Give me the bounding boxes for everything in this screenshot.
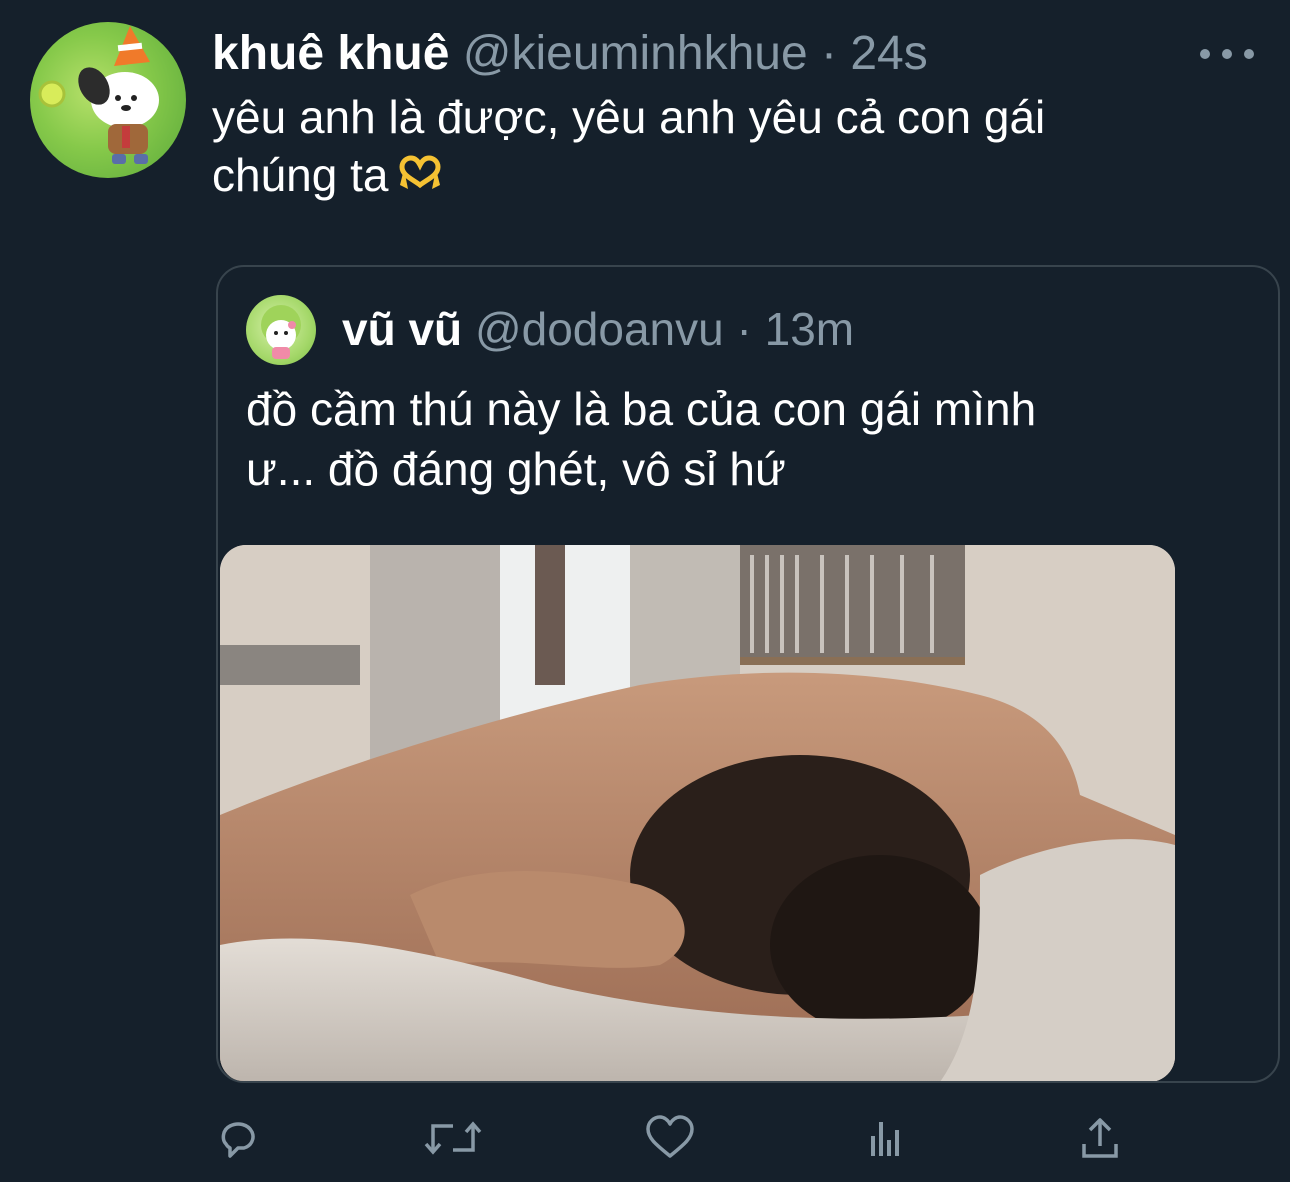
retweet-icon[interactable] [423,1108,483,1168]
reply-icon[interactable] [208,1108,268,1168]
heart-hands-emoji-icon [396,150,444,208]
like-icon[interactable] [640,1108,700,1168]
quoted-handle[interactable]: @dodoanvu [475,303,724,355]
author-handle[interactable]: @kieuminhkhue [463,27,808,80]
quoted-separator-dot: · [736,303,752,355]
quoted-tweet-image[interactable] [220,545,1175,1081]
quoted-tweet-text: đồ cầm thú này là ba của con gái mình ư.… [246,379,1246,499]
tweet-text-line-1: yêu anh là được, yêu anh yêu cả con gái [212,91,1046,143]
tweet-text-line-2: chúng ta [212,146,1252,208]
author-display-name[interactable]: khuê khuê [212,27,449,80]
tweet-actions [0,1108,1290,1168]
share-icon[interactable] [1070,1108,1130,1168]
tweet-timestamp[interactable]: 24s [850,27,927,80]
author-line: khuê khuê @kieuminhkhue · 24s [212,24,928,84]
quoted-text-line-2: ư... đồ đáng ghét, vô sỉ hứ [246,443,786,495]
quoted-author-line: vũ vũ @dodoanvu · 13m [342,301,854,357]
quoted-author-avatar[interactable] [246,295,316,365]
quoted-text-line-1: đồ cầm thú này là ba của con gái mình [246,383,1037,435]
author-avatar[interactable] [30,22,186,178]
more-options-icon[interactable] [1200,34,1254,74]
quoted-tweet-card[interactable]: vũ vũ @dodoanvu · 13m đồ cầm thú này là … [216,265,1280,1083]
tweet-text: yêu anh là được, yêu anh yêu cả con gái … [212,88,1252,208]
analytics-icon[interactable] [855,1108,915,1168]
quoted-display-name[interactable]: vũ vũ [342,303,462,355]
quoted-timestamp[interactable]: 13m [765,303,854,355]
tweet-text-line-2-text: chúng ta [212,149,389,201]
separator-dot: · [821,27,837,80]
